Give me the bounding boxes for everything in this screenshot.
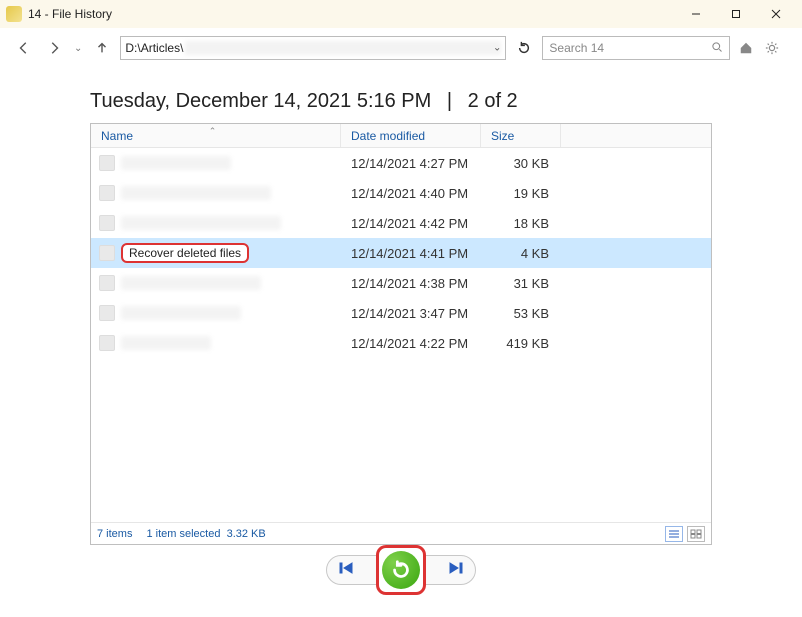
title-bar: 14 - File History: [0, 0, 802, 28]
address-text: D:\Articles\: [125, 41, 183, 55]
table-row[interactable]: 12/14/2021 4:38 PM31 KB: [91, 268, 711, 298]
file-size: 19 KB: [481, 186, 561, 201]
view-icons-button[interactable]: [687, 526, 705, 542]
search-input[interactable]: Search 14: [542, 36, 730, 60]
maximize-button[interactable]: [716, 0, 756, 28]
file-list-panel: Name ⌃ Date modified Size 12/14/2021 4:2…: [90, 123, 712, 545]
status-count: 7 items: [97, 528, 132, 540]
file-icon: [99, 185, 115, 201]
restore-highlight: [376, 545, 426, 595]
minimize-button[interactable]: [676, 0, 716, 28]
file-date: 12/14/2021 4:40 PM: [341, 186, 481, 201]
table-row[interactable]: 12/14/2021 3:47 PM53 KB: [91, 298, 711, 328]
table-row[interactable]: 12/14/2021 4:42 PM18 KB: [91, 208, 711, 238]
file-size: 18 KB: [481, 216, 561, 231]
next-version-button[interactable]: [447, 561, 463, 579]
file-name: Recover deleted files: [121, 243, 249, 263]
column-headers: Name ⌃ Date modified Size: [91, 124, 711, 148]
window-title: 14 - File History: [28, 7, 676, 21]
restore-icon: [390, 559, 412, 581]
search-icon: [711, 41, 723, 56]
column-spacer: [561, 124, 711, 147]
column-size-label: Size: [491, 129, 514, 143]
file-rows: 12/14/2021 4:27 PM30 KB12/14/2021 4:40 P…: [91, 148, 711, 522]
address-blurred-segment: [185, 41, 501, 55]
file-icon: [99, 245, 115, 261]
file-size: 419 KB: [481, 336, 561, 351]
column-date-label: Date modified: [351, 129, 425, 143]
file-date: 12/14/2021 4:27 PM: [341, 156, 481, 171]
previous-version-button[interactable]: [339, 561, 355, 579]
back-button[interactable]: [12, 36, 36, 60]
file-icon: [99, 215, 115, 231]
file-size: 53 KB: [481, 306, 561, 321]
file-name-blurred: [121, 156, 231, 170]
table-row[interactable]: 12/14/2021 4:22 PM419 KB: [91, 328, 711, 358]
version-heading: Tuesday, December 14, 2021 5:16 PM | 2 o…: [0, 68, 802, 123]
file-name-blurred: [121, 186, 271, 200]
up-button[interactable]: [90, 36, 114, 60]
address-bar[interactable]: D:\Articles\ ⌄: [120, 36, 506, 60]
file-size: 31 KB: [481, 276, 561, 291]
file-size: 30 KB: [481, 156, 561, 171]
gear-icon[interactable]: [762, 38, 782, 58]
column-name[interactable]: Name ⌃: [91, 124, 341, 147]
status-selection: 1 item selected 3.32 KB: [146, 528, 265, 540]
home-icon[interactable]: [736, 38, 756, 58]
app-icon: [6, 6, 22, 22]
column-size[interactable]: Size: [481, 124, 561, 147]
navigation-pill: [326, 555, 476, 585]
version-timestamp: Tuesday, December 14, 2021 5:16 PM: [90, 90, 431, 112]
file-icon: [99, 275, 115, 291]
close-button[interactable]: [756, 0, 796, 28]
search-placeholder: Search 14: [549, 41, 604, 55]
chevron-down-icon[interactable]: ⌄: [493, 43, 501, 54]
file-date: 12/14/2021 4:38 PM: [341, 276, 481, 291]
file-icon: [99, 155, 115, 171]
column-name-label: Name: [101, 129, 133, 143]
restore-button[interactable]: [382, 551, 420, 589]
file-date: 12/14/2021 4:42 PM: [341, 216, 481, 231]
file-name-blurred: [121, 216, 281, 230]
separator: |: [447, 90, 452, 112]
file-date: 12/14/2021 4:41 PM: [341, 246, 481, 261]
view-details-button[interactable]: [665, 526, 683, 542]
file-icon: [99, 335, 115, 351]
toolbar: ⌄ D:\Articles\ ⌄ Search 14: [0, 28, 802, 68]
page-indicator: 2 of 2: [468, 90, 518, 112]
file-name-blurred: [121, 306, 241, 320]
file-date: 12/14/2021 4:22 PM: [341, 336, 481, 351]
column-date[interactable]: Date modified: [341, 124, 481, 147]
refresh-button[interactable]: [512, 36, 536, 60]
status-bar: 7 items 1 item selected 3.32 KB: [91, 522, 711, 544]
file-date: 12/14/2021 3:47 PM: [341, 306, 481, 321]
table-row[interactable]: Recover deleted files 12/14/2021 4:41 PM4…: [91, 238, 711, 268]
file-name-blurred: [121, 336, 211, 350]
file-size: 4 KB: [481, 246, 561, 261]
sort-indicator-icon: ⌃: [209, 126, 217, 137]
chevron-down-icon[interactable]: ⌄: [74, 43, 82, 54]
table-row[interactable]: 12/14/2021 4:27 PM30 KB: [91, 148, 711, 178]
table-row[interactable]: 12/14/2021 4:40 PM19 KB: [91, 178, 711, 208]
file-name-blurred: [121, 276, 261, 290]
file-icon: [99, 305, 115, 321]
bottom-controls: [0, 545, 802, 605]
forward-button[interactable]: [42, 36, 66, 60]
